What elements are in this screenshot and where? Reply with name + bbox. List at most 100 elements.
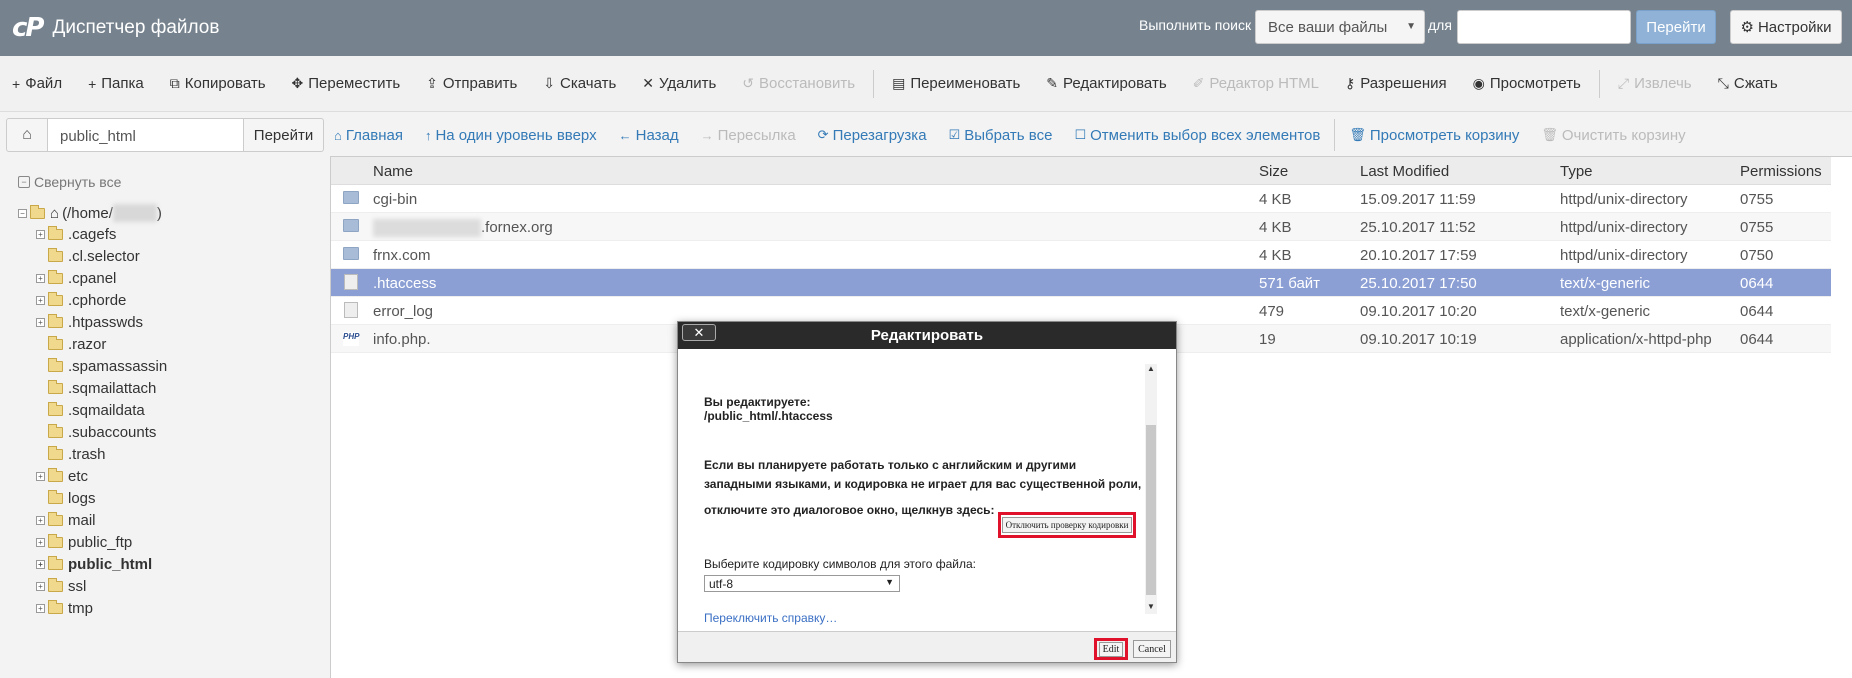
tree-item[interactable]: + .cpanel [36,270,116,287]
expand-toggle-icon[interactable]: + [36,516,45,525]
cancel-button[interactable]: Cancel [1133,640,1171,658]
toolbar-copy-button[interactable]: ⧉ Копировать [170,75,266,92]
header-name[interactable]: Name [373,163,413,180]
nav-label: Пересылка [717,126,796,144]
tree-item[interactable]: .subaccounts [36,424,156,441]
tree-item[interactable]: .cl.selector [36,248,140,265]
toggle-help-link[interactable]: Переключить справку… [704,611,837,625]
edit-dialog: ✕ Редактировать Вы редактируете: /public… [677,321,1177,663]
file-name[interactable]: .fornex.org [373,219,553,238]
header-modified[interactable]: Last Modified [1360,163,1449,180]
toolbar-delete-button[interactable]: ✕ Удалить [642,75,716,92]
cell-type: text/x-generic [1560,275,1651,292]
expand-toggle-icon[interactable]: + [36,274,45,283]
tree-item[interactable]: .razor [36,336,106,353]
tree-item[interactable]: + .cphorde [36,292,126,309]
toolbar-download-button[interactable]: ⇩ Скачать [543,75,616,92]
expand-toggle-icon[interactable]: + [36,582,45,591]
toolbar-label: Файл [25,75,63,92]
tree-item[interactable]: + .htpasswds [36,314,143,331]
edit-icon: ✎ [1046,75,1059,91]
folder-tree: − Свернуть все − ⌂ (/home/ ) + .cagefs .cl… [0,164,330,678]
toolbar-restore-button[interactable]: ↺ Восстановить [742,75,855,92]
tree-item[interactable]: + tmp [36,600,93,617]
toolbar-edit-button[interactable]: ✎ Редактировать [1046,75,1166,92]
nav-empty-trash-button[interactable]: 🗑 Очистить корзину [1541,127,1685,144]
tree-item[interactable]: .trash [36,446,106,463]
path-input[interactable]: public_html [48,118,244,152]
tree-item[interactable]: + ssl [36,578,86,595]
scroll-thumb[interactable] [1146,425,1156,595]
expand-toggle-icon[interactable]: + [36,560,45,569]
table-row[interactable]: frnx.com 4 KB 20.10.2017 17:59 httpd/unix-d… [331,241,1831,269]
search-scope-select[interactable]: Все ваши файлы ▼ [1255,10,1425,44]
nav-reload-button[interactable]: ⟳ Перезагрузка [818,127,927,144]
folder-icon [48,380,63,394]
tree-item[interactable]: + mail [36,512,96,529]
tree-item[interactable]: .sqmaildata [36,402,145,419]
tree-item[interactable]: + etc [36,468,88,485]
toolbar-view-button[interactable]: ◉ Просмотреть [1473,75,1581,92]
header-size[interactable]: Size [1259,163,1288,180]
expand-toggle-icon[interactable]: + [36,538,45,547]
scroll-down-arrow-icon[interactable]: ▼ [1145,602,1157,614]
home-button[interactable]: ⌂ [6,118,48,152]
edit-button[interactable]: Edit [1094,638,1128,660]
tree-root-home[interactable]: − ⌂ (/home/ ) [18,204,162,222]
scroll-up-arrow-icon[interactable]: ▲ [1145,364,1157,376]
settings-button[interactable]: ⚙ Настройки [1730,10,1842,44]
file-name[interactable]: error_log [373,303,433,320]
expand-toggle-icon[interactable]: + [36,296,45,305]
file-name[interactable]: cgi-bin [373,191,417,208]
tree-item[interactable]: .sqmailattach [36,380,156,397]
toolbar-rename-button[interactable]: ▤ Переименовать [892,75,1020,92]
close-button[interactable]: ✕ [682,324,716,341]
toolbar-upload-button[interactable]: ⇪ Отправить [426,75,517,92]
toolbar-folder-button[interactable]: + Папка [88,75,144,92]
header-permissions[interactable]: Permissions [1740,163,1822,180]
file-name[interactable]: .htaccess [373,275,436,292]
toolbar-move-button[interactable]: ✥ Переместить [292,75,401,92]
file-name[interactable]: info.php. [373,331,431,348]
nav-back-button[interactable]: ← Назад [619,127,679,144]
expand-toggle-icon[interactable]: + [36,472,45,481]
unselect-all-icon: ☐ [1074,127,1087,142]
cell-modified: 25.10.2017 11:52 [1360,219,1476,236]
toolbar-extract-button[interactable]: ⤢ Извлечь [1618,75,1692,92]
expand-toggle-icon[interactable]: + [36,230,45,239]
nav-view-trash-button[interactable]: 🗑 Просмотреть корзину [1349,127,1519,144]
nav-home-button[interactable]: ⌂ Главная [334,127,403,144]
table-row[interactable]: cgi-bin 4 KB 15.09.2017 11:59 httpd/unix-di… [331,185,1831,213]
dialog-body: Вы редактируете: /public_html/.htaccess … [678,349,1176,631]
collapse-toggle-icon[interactable]: − [18,208,27,218]
disable-encoding-check-button[interactable]: Отключить проверку кодировки [998,512,1136,538]
file-name[interactable]: frnx.com [373,247,431,264]
tree-item[interactable]: + public_ftp [36,534,132,551]
path-go-button[interactable]: Перейти [244,118,324,152]
folder-icon [343,247,359,260]
tree-item[interactable]: .spamassassin [36,358,167,375]
expand-toggle-icon[interactable]: + [36,604,45,613]
nav-up-one-level-button[interactable]: ↑ На один уровень вверх [425,127,597,144]
toolbar-html-editor-button[interactable]: ✐ Редактор HTML [1193,75,1319,92]
table-row[interactable]: .htaccess 571 байт 25.10.2017 17:50 text/x-… [331,269,1831,297]
toolbar-label: Копировать [184,75,266,92]
tree-item[interactable]: logs [36,490,96,507]
nav-select-all-button[interactable]: ☑ Выбрать все [949,127,1053,144]
tree-item[interactable]: + .cagefs [36,226,116,243]
search-go-button[interactable]: Перейти [1636,10,1716,44]
encoding-select[interactable]: utf-8 ▼ [704,575,900,592]
toolbar-label: Переименовать [910,75,1021,92]
table-row[interactable]: .fornex.org 4 KB 25.10.2017 11:52 httpd/uni… [331,213,1831,241]
logo[interactable]: cP Диспетчер файлов [12,13,219,43]
collapse-all-link[interactable]: − Свернуть все [18,174,121,190]
tree-item[interactable]: + public_html [36,556,152,573]
toolbar-permissions-button[interactable]: ⚷ Разрешения [1345,75,1447,92]
nav-forward-button[interactable]: → Пересылка [701,127,796,144]
toolbar-file-button[interactable]: + Файл [12,75,62,92]
nav-unselect-all-button[interactable]: ☐ Отменить выбор всех элементов [1074,127,1320,144]
header-type[interactable]: Type [1560,163,1593,180]
toolbar-compress-button[interactable]: ⤡ Сжать [1718,75,1778,92]
expand-toggle-icon[interactable]: + [36,318,45,327]
search-input[interactable] [1457,10,1631,44]
